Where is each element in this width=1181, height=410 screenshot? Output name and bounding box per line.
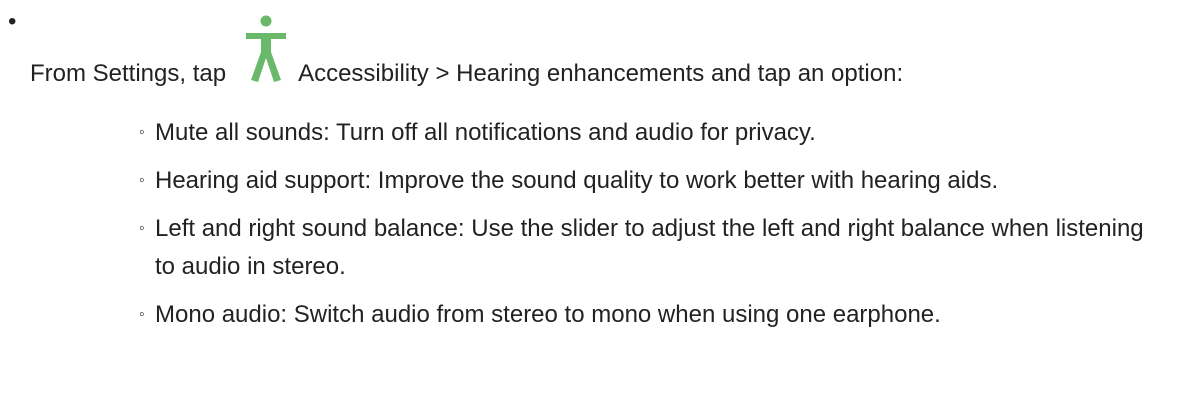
option-text: Mono audio: Switch audio from stereo to … — [155, 301, 941, 328]
instruction-text-end: Accessibility > Hearing enhancements and… — [298, 60, 904, 87]
list-item: ◦ Mono audio: Switch audio from stereo t… — [139, 296, 1159, 334]
hollow-bullet-icon: ◦ — [139, 172, 145, 189]
hollow-bullet-icon: ◦ — [139, 306, 145, 323]
option-text: Hearing aid support: Improve the sound q… — [155, 167, 999, 194]
instruction-text-start: From Settings, tap — [30, 60, 227, 87]
hollow-bullet-icon: ◦ — [139, 124, 145, 141]
accessibility-person-icon — [240, 12, 292, 84]
hollow-bullet-icon: ◦ — [139, 220, 145, 237]
list-item: ◦ Left and right sound balance: Use the … — [139, 210, 1159, 286]
instruction-line: From Settings, tap Accessibility > Heari… — [30, 6, 1170, 90]
list-item: ◦ Mute all sounds: Turn off all notifica… — [139, 114, 1159, 152]
option-text: Left and right sound balance: Use the sl… — [155, 215, 1144, 280]
list-item: ◦ Hearing aid support: Improve the sound… — [139, 162, 1159, 200]
option-list: ◦ Mute all sounds: Turn off all notifica… — [139, 114, 1159, 344]
list-bullet: • — [8, 8, 17, 35]
option-text: Mute all sounds: Turn off all notificati… — [155, 119, 816, 146]
